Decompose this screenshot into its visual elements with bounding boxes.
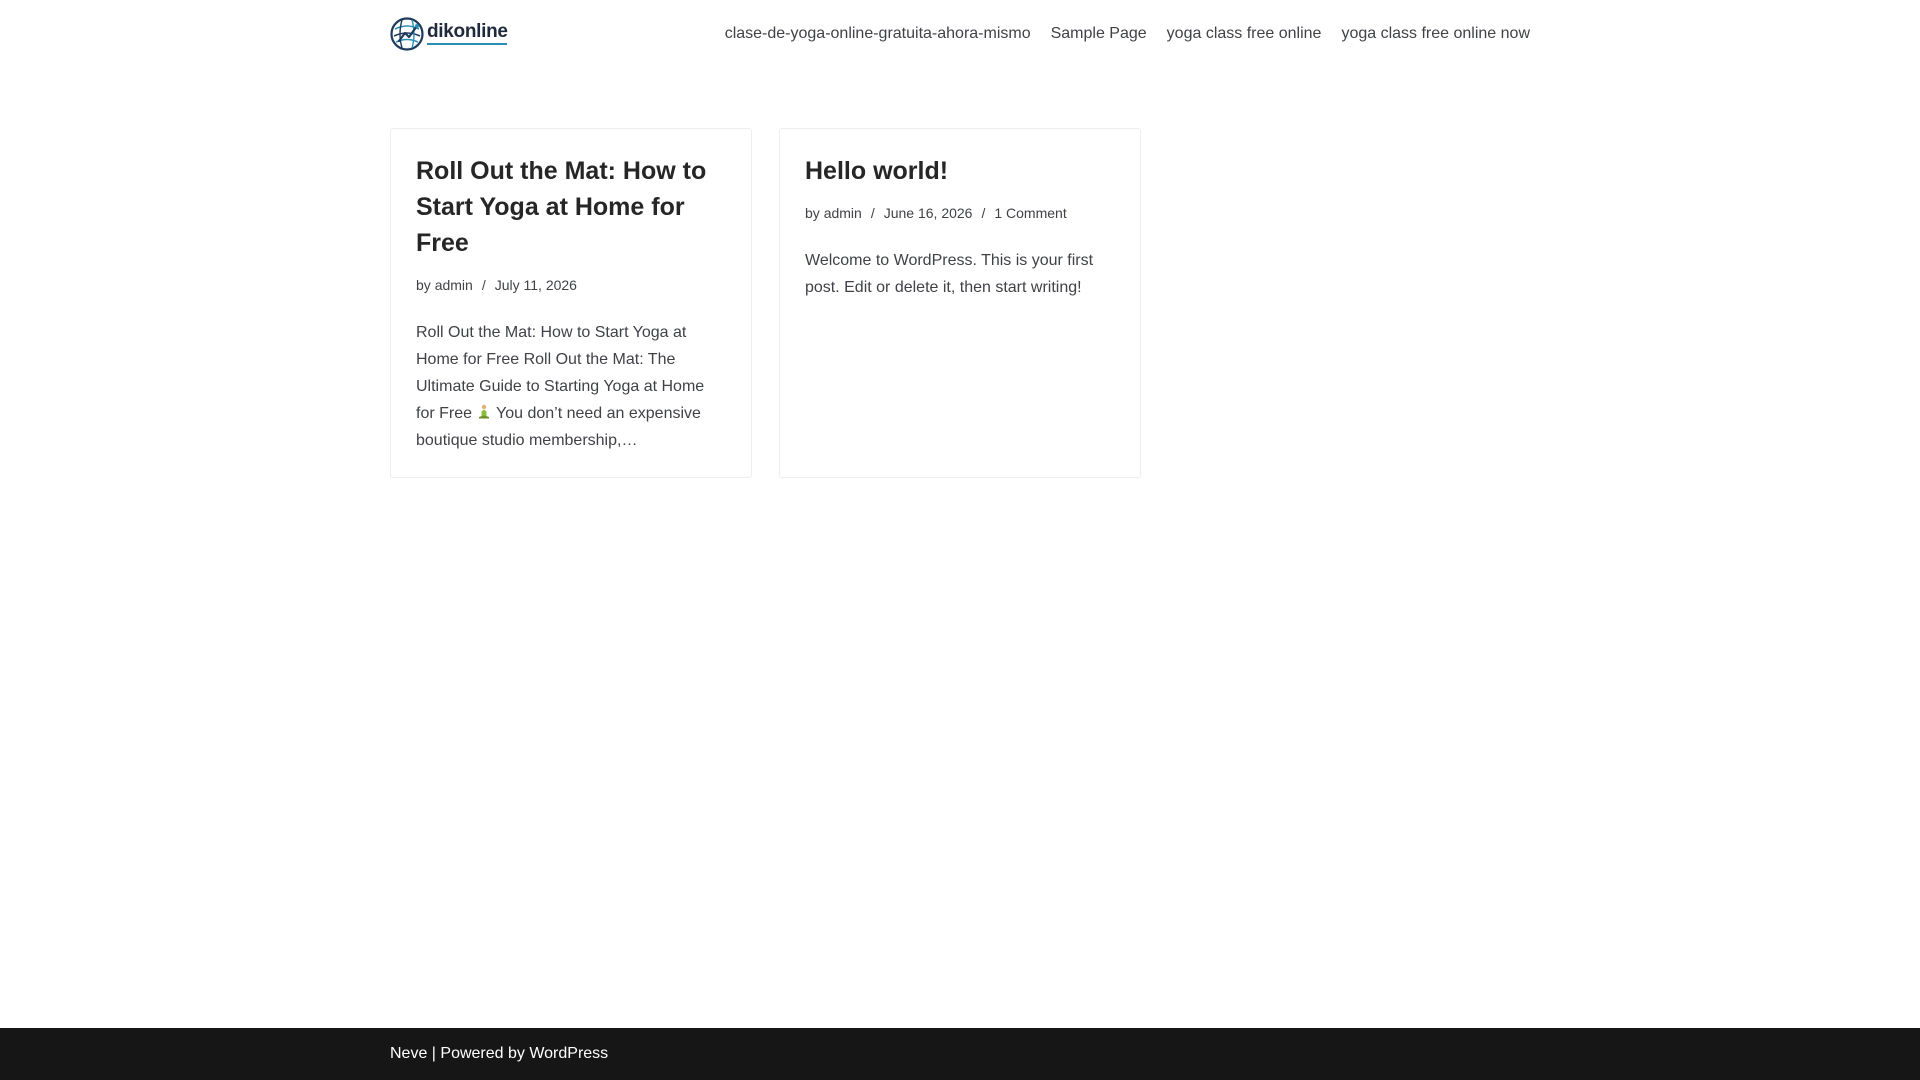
person-in-lotus-position-icon bbox=[479, 404, 490, 419]
nav-item-yoga-class-free-online-now[interactable]: yoga class free online now bbox=[1341, 22, 1530, 46]
post-card-hello-world: Hello world! by admin / June 16, 2026 / … bbox=[779, 128, 1141, 478]
nav-item-clase-de-yoga[interactable]: clase-de-yoga-online-gratuita-ahora-mism… bbox=[725, 22, 1031, 46]
primary-nav: clase-de-yoga-online-gratuita-ahora-mism… bbox=[725, 22, 1530, 46]
footer-credits: Neve | Powered by WordPress bbox=[390, 1028, 608, 1080]
site-footer: Neve | Powered by WordPress bbox=[0, 1028, 1920, 1080]
post-title[interactable]: Roll Out the Mat: How to Start Yoga at H… bbox=[416, 153, 726, 261]
meta-separator: / bbox=[481, 277, 486, 293]
footer-powered-by: | Powered by bbox=[427, 1045, 530, 1062]
meta-separator: / bbox=[870, 205, 875, 221]
logo-name: dikonline bbox=[427, 21, 508, 42]
post-date: July 11, 2026 bbox=[494, 277, 577, 293]
post-title[interactable]: Hello world! bbox=[805, 153, 1115, 189]
logo-wordmark: dikonline bbox=[427, 22, 508, 45]
nav-item-yoga-class-free-online[interactable]: yoga class free online bbox=[1167, 22, 1322, 46]
post-date: June 16, 2026 bbox=[883, 205, 973, 221]
post-excerpt: Welcome to WordPress. This is your first… bbox=[805, 252, 1094, 296]
posts-grid: Roll Out the Mat: How to Start Yoga at H… bbox=[390, 128, 1141, 478]
post-meta: by admin / June 16, 2026 / 1 Comment bbox=[805, 203, 1115, 223]
site-header: dikonline clase-de-yoga-online-gratuita-… bbox=[0, 0, 1920, 70]
post-author-link[interactable]: admin bbox=[824, 203, 862, 223]
logo-tagline-bar bbox=[427, 43, 507, 45]
by-prefix: by bbox=[416, 277, 431, 293]
footer-wordpress-link[interactable]: WordPress bbox=[529, 1045, 608, 1062]
post-author-link[interactable]: admin bbox=[435, 275, 473, 295]
post-comments-link[interactable]: 1 Comment bbox=[994, 203, 1066, 223]
by-prefix: by bbox=[805, 205, 820, 221]
post-meta: by admin / July 11, 2026 bbox=[416, 275, 726, 295]
globe-logo-icon bbox=[390, 16, 424, 51]
post-excerpt: Roll Out the Mat: How to Start Yoga at H… bbox=[416, 319, 726, 454]
footer-theme-link[interactable]: Neve bbox=[390, 1045, 427, 1062]
meta-separator: / bbox=[981, 205, 986, 221]
nav-item-sample-page[interactable]: Sample Page bbox=[1051, 22, 1147, 46]
site-logo[interactable]: dikonline bbox=[390, 16, 508, 51]
post-card-yoga-at-home: Roll Out the Mat: How to Start Yoga at H… bbox=[390, 128, 752, 478]
